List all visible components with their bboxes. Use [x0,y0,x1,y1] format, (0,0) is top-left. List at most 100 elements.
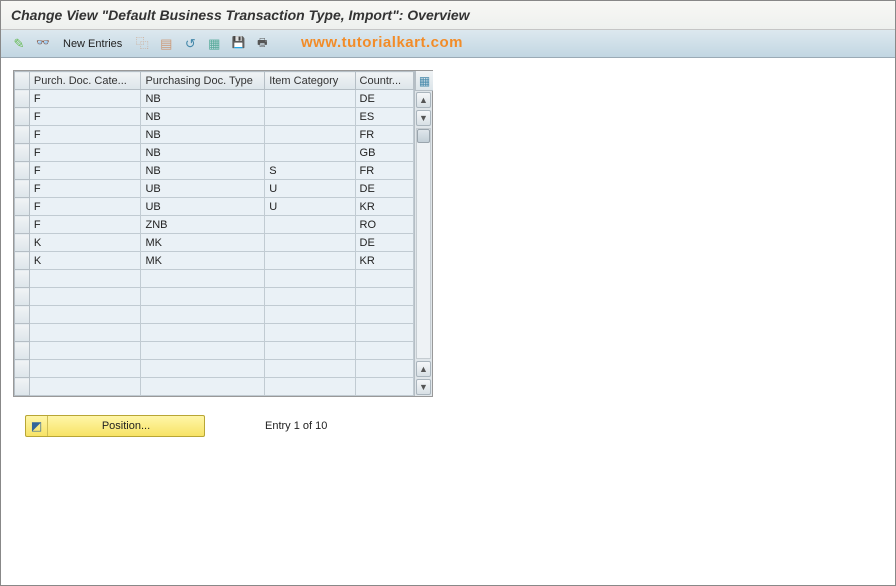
position-button[interactable]: Position... [25,415,205,437]
cell-c0[interactable]: F [29,126,141,144]
cell-c2[interactable]: S [265,162,355,180]
column-header-purch-doc-type[interactable]: Purchasing Doc. Type [141,72,265,90]
cell-c0[interactable]: F [29,108,141,126]
copy-icon[interactable] [132,34,152,54]
cell-c3[interactable]: RO [355,216,413,234]
column-header-item-category[interactable]: Item Category [265,72,355,90]
cell-c2[interactable] [265,252,355,270]
row-marker[interactable] [15,216,30,234]
empty-cell[interactable] [265,270,355,288]
cell-c2[interactable]: U [265,198,355,216]
empty-cell[interactable] [29,360,141,378]
cell-c0[interactable]: F [29,198,141,216]
empty-cell[interactable] [265,342,355,360]
empty-cell[interactable] [355,306,413,324]
cell-c2[interactable] [265,126,355,144]
empty-cell[interactable] [29,270,141,288]
cell-c0[interactable]: K [29,234,141,252]
empty-cell[interactable] [265,324,355,342]
copy-as-icon[interactable] [156,34,176,54]
row-marker[interactable] [15,234,30,252]
scroll-track[interactable] [416,128,431,359]
cell-c2[interactable]: U [265,180,355,198]
row-marker[interactable] [15,288,30,306]
cell-c3[interactable]: KR [355,198,413,216]
empty-cell[interactable] [29,342,141,360]
cell-c1[interactable]: ZNB [141,216,265,234]
row-marker[interactable] [15,108,30,126]
scroll-down-page-button[interactable]: ▼ [416,379,431,395]
empty-cell[interactable] [265,306,355,324]
display-icon[interactable] [33,34,53,54]
cell-c2[interactable] [265,108,355,126]
scroll-up-button[interactable]: ▲ [416,92,431,108]
row-marker[interactable] [15,252,30,270]
cell-c0[interactable]: F [29,180,141,198]
scroll-up-page-button[interactable]: ▲ [416,361,431,377]
cell-c0[interactable]: F [29,90,141,108]
empty-cell[interactable] [265,288,355,306]
cell-c3[interactable]: KR [355,252,413,270]
cell-c3[interactable]: DE [355,90,413,108]
change-icon[interactable] [9,34,29,54]
row-marker[interactable] [15,306,30,324]
empty-cell[interactable] [29,378,141,396]
empty-cell[interactable] [141,342,265,360]
cell-c1[interactable]: UB [141,180,265,198]
cell-c1[interactable]: NB [141,126,265,144]
cell-c1[interactable]: MK [141,252,265,270]
row-marker[interactable] [15,162,30,180]
empty-cell[interactable] [29,324,141,342]
cell-c0[interactable]: F [29,162,141,180]
empty-cell[interactable] [355,324,413,342]
cell-c1[interactable]: MK [141,234,265,252]
cell-c2[interactable] [265,216,355,234]
cell-c2[interactable] [265,90,355,108]
empty-cell[interactable] [355,378,413,396]
new-entries-button[interactable]: New Entries [57,36,128,52]
empty-cell[interactable] [355,288,413,306]
row-marker[interactable] [15,144,30,162]
empty-cell[interactable] [141,270,265,288]
empty-cell[interactable] [355,270,413,288]
deselect-all-icon[interactable] [252,34,272,54]
table-settings-icon[interactable] [415,71,433,91]
empty-cell[interactable] [141,306,265,324]
row-marker[interactable] [15,198,30,216]
cell-c3[interactable]: FR [355,162,413,180]
row-marker[interactable] [15,324,30,342]
empty-cell[interactable] [355,342,413,360]
cell-c0[interactable]: F [29,144,141,162]
cell-c0[interactable]: F [29,216,141,234]
cell-c3[interactable]: FR [355,126,413,144]
column-header-country[interactable]: Countr... [355,72,413,90]
cell-c0[interactable]: K [29,252,141,270]
scroll-down-button[interactable]: ▼ [416,110,431,126]
row-marker[interactable] [15,126,30,144]
cell-c2[interactable] [265,234,355,252]
empty-cell[interactable] [265,360,355,378]
empty-cell[interactable] [355,360,413,378]
select-all-icon[interactable] [228,34,248,54]
row-marker[interactable] [15,360,30,378]
empty-cell[interactable] [265,378,355,396]
empty-cell[interactable] [29,306,141,324]
cell-c1[interactable]: NB [141,108,265,126]
delete-icon[interactable] [204,34,224,54]
row-marker[interactable] [15,378,30,396]
cell-c1[interactable]: NB [141,90,265,108]
cell-c2[interactable] [265,144,355,162]
scroll-thumb[interactable] [417,129,430,143]
cell-c3[interactable]: ES [355,108,413,126]
cell-c1[interactable]: UB [141,198,265,216]
row-marker-header[interactable] [15,72,30,90]
cell-c1[interactable]: NB [141,162,265,180]
cell-c3[interactable]: DE [355,180,413,198]
empty-cell[interactable] [141,378,265,396]
empty-cell[interactable] [141,288,265,306]
empty-cell[interactable] [141,324,265,342]
empty-cell[interactable] [141,360,265,378]
cell-c3[interactable]: GB [355,144,413,162]
empty-cell[interactable] [29,288,141,306]
row-marker[interactable] [15,180,30,198]
